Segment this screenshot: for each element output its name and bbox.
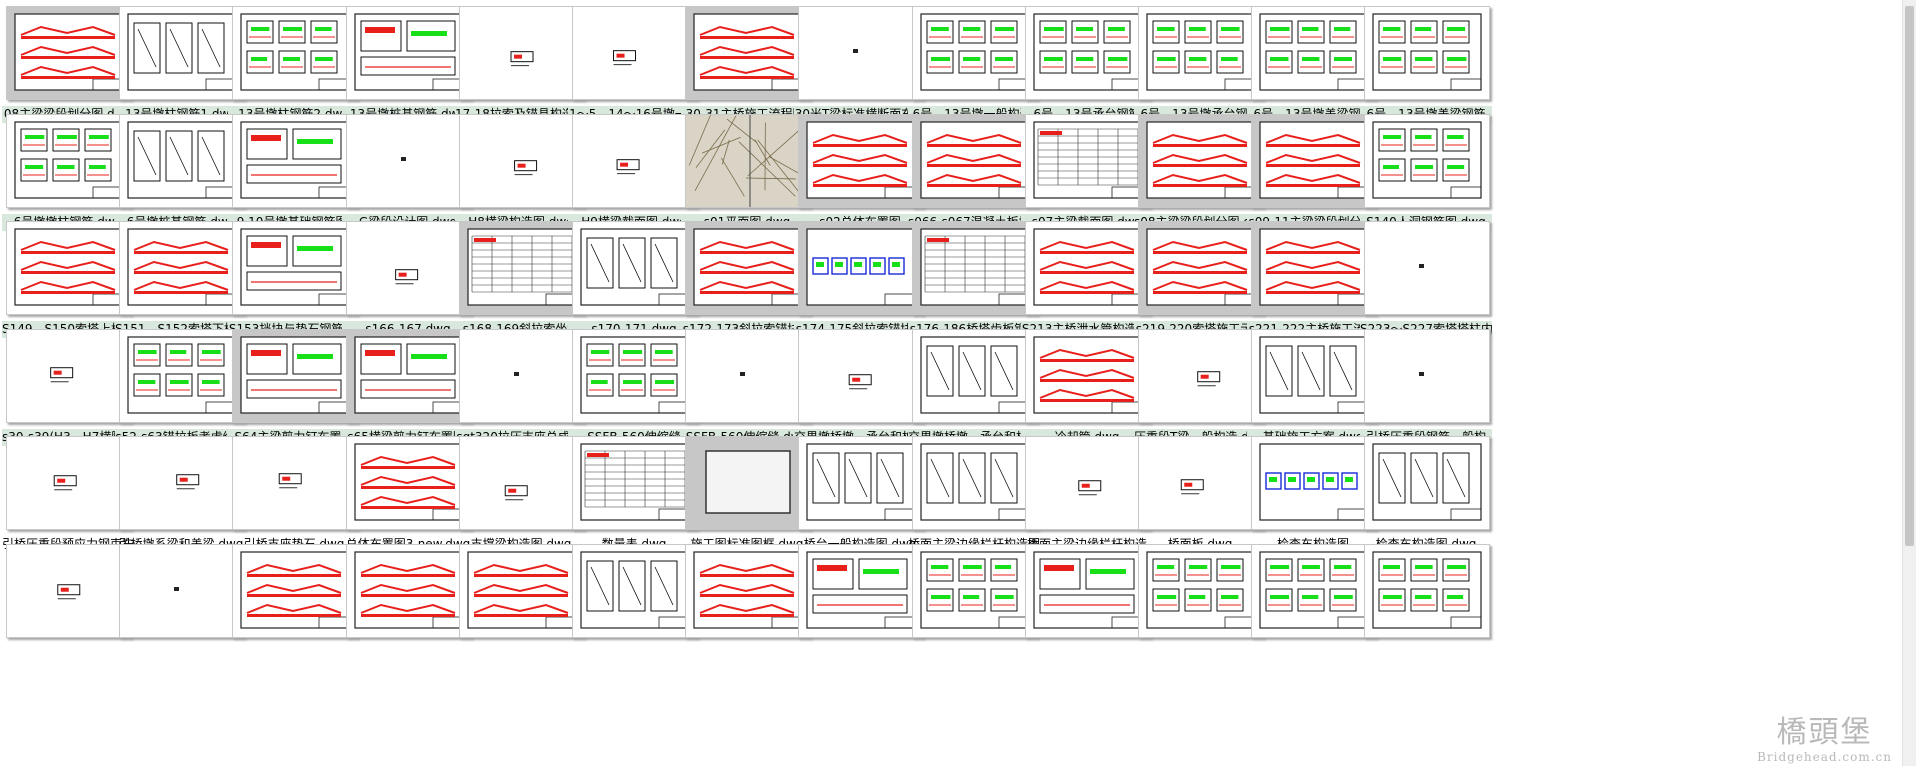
watermark-title: 橋頭堡	[1776, 715, 1873, 750]
file-thumbnail[interactable]	[1364, 436, 1490, 530]
drawing-preview	[240, 13, 350, 91]
vertical-scrollbar[interactable]	[1902, 0, 1916, 766]
drawing-preview	[1372, 443, 1482, 521]
drawing-preview	[1372, 551, 1482, 629]
file-item[interactable]	[1358, 538, 1492, 664]
drawing-preview	[240, 551, 350, 629]
drawing-preview	[853, 49, 858, 53]
file-thumbnail-grid: 08主梁梁段划分图.dwg13号墩柱钢筋1.dwg13号墩柱钢筋2.dwg13号…	[0, 0, 1916, 766]
drawing-preview	[806, 443, 916, 521]
drawing-preview	[240, 121, 350, 199]
site-watermark: 橋頭堡 Bridgehead.com.cn	[1757, 715, 1892, 765]
drawing-preview	[1372, 121, 1482, 199]
file-thumbnail[interactable]	[1364, 221, 1490, 315]
watermark-url: Bridgehead.com.cn	[1757, 750, 1892, 764]
drawing-preview	[1419, 264, 1424, 268]
drawing-preview	[1419, 372, 1424, 376]
file-thumbnail[interactable]	[1364, 114, 1490, 208]
drawing-preview	[240, 228, 350, 306]
file-thumbnail[interactable]	[1364, 329, 1490, 423]
drawing-preview	[806, 551, 916, 629]
drawing-preview	[240, 336, 350, 414]
drawing-preview	[848, 374, 872, 390]
file-thumbnail[interactable]	[1364, 6, 1490, 100]
drawing-preview	[1372, 13, 1482, 91]
scrollbar-thumb[interactable]	[1905, 6, 1914, 546]
drawing-preview	[806, 228, 916, 306]
file-thumbnail[interactable]	[1364, 544, 1490, 638]
drawing-preview	[278, 473, 302, 489]
drawing-preview	[806, 121, 916, 199]
